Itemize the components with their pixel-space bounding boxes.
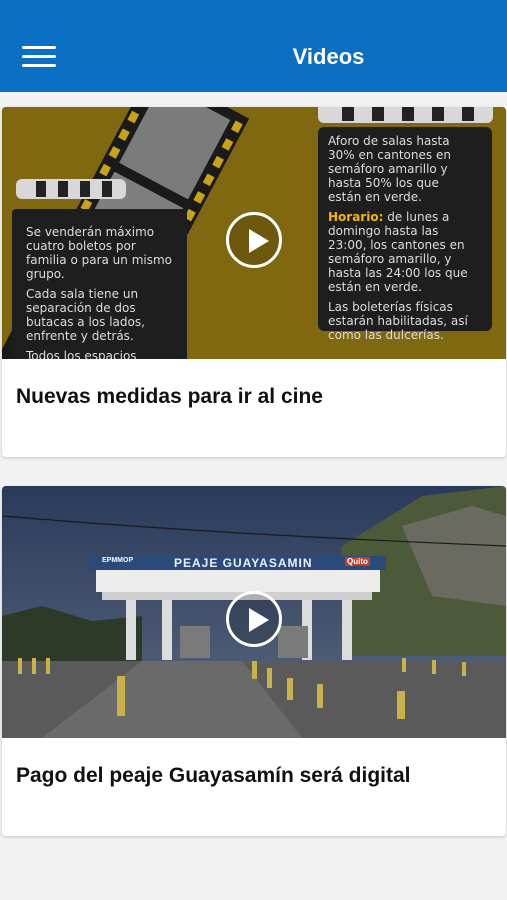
video-card[interactable]: EPMMOP PEAJE GUAYASAMIN Quito Pago del p… (2, 486, 506, 836)
play-icon[interactable] (226, 591, 282, 647)
video-title[interactable]: Nuevas medidas para ir al cine (16, 385, 492, 409)
video-card[interactable]: Se venderán máximo cuatro boletos por fa… (2, 107, 506, 457)
page-title: Videos (292, 44, 365, 69)
play-icon[interactable] (226, 212, 282, 268)
video-thumbnail[interactable]: EPMMOP PEAJE GUAYASAMIN Quito (2, 486, 506, 738)
toll-sign: PEAJE GUAYASAMIN (174, 556, 313, 570)
toll-sign-right: Quito (345, 557, 370, 566)
thumbnail-text-left: Se venderán máximo cuatro boletos por fa… (26, 225, 172, 359)
video-thumbnail[interactable]: Se venderán máximo cuatro boletos por fa… (2, 107, 506, 359)
video-title[interactable]: Pago del peaje Guayasamín será digital (16, 764, 492, 788)
app-header: Videos (0, 0, 507, 92)
toll-sign-left: EPMMOP (102, 557, 134, 564)
thumbnail-text-right: Aforo de salas hasta 30% en cantones en … (328, 134, 468, 342)
